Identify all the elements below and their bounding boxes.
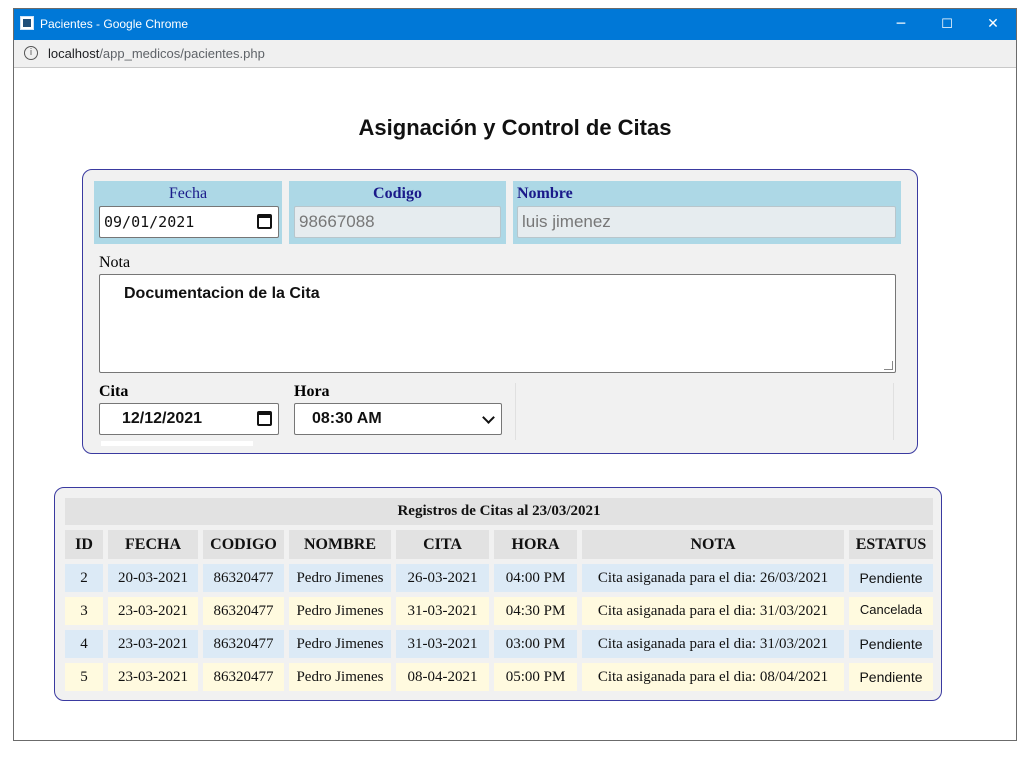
hora-label: Hora (294, 383, 330, 400)
table-row-fecha: 20-03-2021 (108, 564, 198, 592)
table-row-fecha: 23-03-2021 (108, 663, 198, 691)
appointments-table-panel: Registros de Citas al 23/03/2021 ID FECH… (54, 487, 942, 701)
header-id: ID (65, 530, 103, 559)
fecha-label: Fecha (168, 185, 208, 202)
table-caption: Registros de Citas al 23/03/2021 (65, 498, 933, 525)
nota-label: Nota (99, 254, 131, 271)
table-row-id: 2 (65, 564, 103, 592)
table-row-codigo: 86320477 (203, 564, 284, 592)
hora-select[interactable]: 08:30 AM (294, 403, 502, 435)
nota-textarea[interactable]: Documentacion de la Cita (99, 274, 896, 373)
status-badge: Cancelada (849, 597, 933, 625)
chevron-down-icon (482, 411, 495, 424)
table-row-cita: 26-03-2021 (396, 564, 489, 592)
fecha-value: 09/01/2021 (104, 213, 195, 231)
browser-window: Pacientes - Google Chrome ─ ☐ ✕ i localh… (13, 8, 1017, 741)
address-bar[interactable]: i localhost/app_medicos/pacientes.php (14, 40, 1016, 68)
table-row-fecha: 23-03-2021 (108, 630, 198, 658)
header-estatus: ESTATUS (849, 530, 933, 559)
divider (515, 383, 516, 440)
table-row-nota: Cita asiganada para el dia: 31/03/2021 (582, 597, 844, 625)
table-row-fecha: 23-03-2021 (108, 597, 198, 625)
codigo-field-group: Codigo 98667088 (289, 181, 506, 244)
table-row-cita: 31-03-2021 (396, 630, 489, 658)
url-text[interactable]: localhost/app_medicos/pacientes.php (48, 46, 265, 61)
hora-value: 08:30 AM (312, 410, 382, 427)
header-nombre: NOMBRE (289, 530, 391, 559)
cita-input[interactable]: 12/12/2021 (99, 403, 279, 435)
codigo-value: 98667088 (299, 212, 375, 231)
calendar-icon[interactable] (257, 214, 272, 229)
table-row-codigo: 86320477 (203, 663, 284, 691)
table-row-nota: Cita asiganada para el dia: 26/03/2021 (582, 564, 844, 592)
fecha-input[interactable]: 09/01/2021 (99, 206, 279, 238)
fecha-field-group: Fecha 09/01/2021 (94, 181, 282, 244)
nombre-input[interactable]: luis jimenez (517, 206, 896, 238)
table-row-nota: Cita asiganada para el dia: 08/04/2021 (582, 663, 844, 691)
minimize-button[interactable]: ─ (878, 9, 924, 40)
header-codigo: CODIGO (203, 530, 284, 559)
underline-bar (101, 441, 253, 446)
maximize-button[interactable]: ☐ (924, 9, 970, 40)
calendar-icon[interactable] (257, 411, 272, 426)
status-badge: Pendiente (849, 564, 933, 592)
table-row-codigo: 86320477 (203, 630, 284, 658)
nombre-field-group: Nombre luis jimenez (513, 181, 901, 244)
header-hora: HORA (494, 530, 577, 559)
resize-grip-icon[interactable] (884, 361, 893, 370)
table-row-id: 4 (65, 630, 103, 658)
table-row-cita: 08-04-2021 (396, 663, 489, 691)
appointment-form: Fecha 09/01/2021 Codigo 98667088 Nombre … (82, 169, 918, 454)
cita-value: 12/12/2021 (122, 410, 203, 427)
title-bar[interactable]: Pacientes - Google Chrome ─ ☐ ✕ (14, 9, 1016, 40)
status-badge: Pendiente (849, 663, 933, 691)
nombre-value: luis jimenez (522, 212, 611, 231)
info-icon[interactable]: i (24, 46, 38, 60)
app-icon (20, 16, 34, 30)
window-title: Pacientes - Google Chrome (40, 17, 189, 31)
table-row-hora: 04:00 PM (494, 564, 577, 592)
url-path: /app_medicos/pacientes.php (99, 46, 265, 61)
nombre-label: Nombre (517, 185, 573, 202)
table-row-nombre: Pedro Jimenes (289, 663, 391, 691)
table-row-hora: 04:30 PM (494, 597, 577, 625)
table-row-nombre: Pedro Jimenes (289, 564, 391, 592)
table-row-nombre: Pedro Jimenes (289, 630, 391, 658)
page-content: Asignación y Control de Citas Fecha 09/0… (14, 68, 1016, 740)
table-row-cita: 31-03-2021 (396, 597, 489, 625)
codigo-input[interactable]: 98667088 (294, 206, 501, 238)
status-badge: Pendiente (849, 630, 933, 658)
table-row-id: 3 (65, 597, 103, 625)
close-button[interactable]: ✕ (970, 9, 1016, 40)
cita-label: Cita (99, 383, 129, 400)
table-row-nota: Cita asiganada para el dia: 31/03/2021 (582, 630, 844, 658)
url-host: localhost (48, 46, 100, 61)
table-row-hora: 03:00 PM (494, 630, 577, 658)
divider (893, 383, 894, 440)
nota-value: Documentacion de la Cita (124, 285, 320, 302)
header-fecha: FECHA (108, 530, 198, 559)
header-nota: NOTA (582, 530, 844, 559)
header-cita: CITA (396, 530, 489, 559)
table-row-codigo: 86320477 (203, 597, 284, 625)
table-row-hora: 05:00 PM (494, 663, 577, 691)
table-row-nombre: Pedro Jimenes (289, 597, 391, 625)
page-title: Asignación y Control de Citas (358, 115, 672, 140)
codigo-label: Codigo (373, 185, 422, 202)
table-row-id: 5 (65, 663, 103, 691)
